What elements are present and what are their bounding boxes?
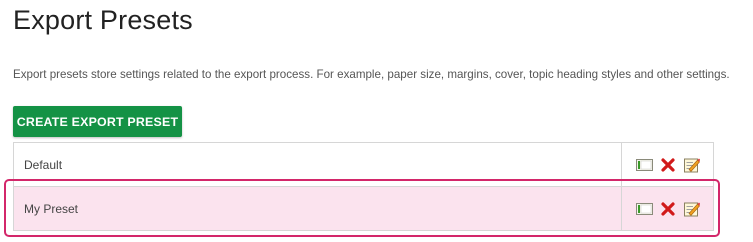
delete-icon[interactable]	[661, 201, 675, 216]
presets-table: Default My Preset	[13, 142, 714, 231]
preset-name[interactable]: My Preset	[24, 187, 78, 231]
apply-preset-icon[interactable]	[636, 202, 653, 215]
edit-icon[interactable]	[684, 201, 700, 216]
preset-name[interactable]: Default	[24, 143, 62, 187]
delete-icon[interactable]	[661, 157, 675, 172]
preset-row-default: Default	[13, 143, 714, 187]
page-title: Export Presets	[13, 5, 193, 35]
export-presets-page: Export Presets Export presets store sett…	[0, 0, 753, 242]
preset-row-my-preset: My Preset	[13, 187, 714, 231]
edit-icon[interactable]	[684, 157, 700, 172]
preset-actions	[621, 187, 713, 230]
page-description: Export presets store settings related to…	[13, 68, 730, 81]
apply-preset-icon[interactable]	[636, 158, 653, 171]
create-export-preset-button[interactable]: CREATE EXPORT PRESET	[13, 106, 182, 137]
preset-actions	[621, 143, 713, 186]
